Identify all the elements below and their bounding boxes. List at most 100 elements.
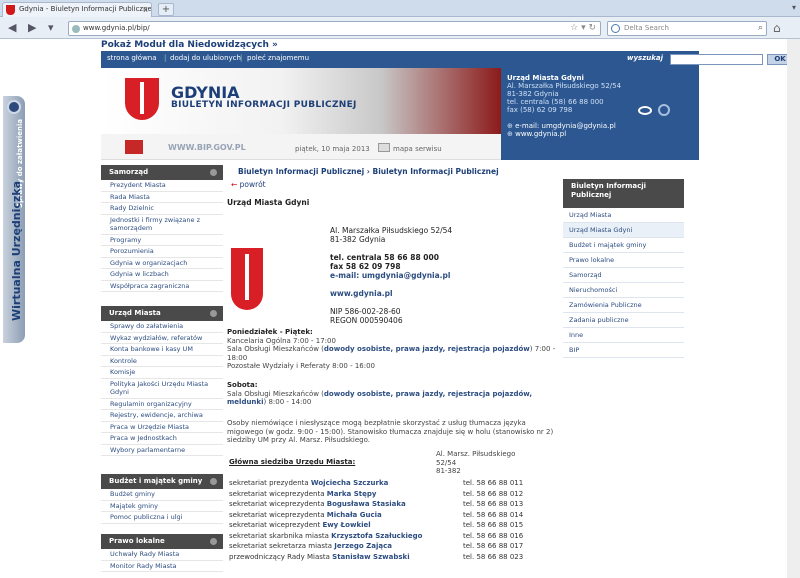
speaker-icon[interactable] [658, 104, 670, 116]
favorites-link[interactable]: dodaj do ulubionych [170, 54, 241, 62]
menu-section-header[interactable]: Prawo lokalne [101, 534, 223, 549]
contact-name[interactable]: Michała Gucia [327, 511, 382, 519]
menu-item[interactable]: Praca w Urzędzie Miasta [101, 421, 223, 433]
web-link[interactable]: www.gdynia.pl [330, 289, 393, 298]
menu-item[interactable]: Polityka Jakości Urzędu Miasta Gdyni [101, 378, 223, 399]
menu-item[interactable]: Prezydent Miasta [101, 180, 223, 192]
bip-logo-icon[interactable] [125, 140, 143, 154]
contact-name[interactable]: Stanisław Szwabski [332, 553, 409, 561]
seat-line: Al. Marsz. Piłsudskiego [436, 450, 516, 458]
contact-name[interactable]: Ewy Łowkiel [322, 521, 370, 529]
menu-section-header[interactable]: Samorząd [101, 165, 223, 180]
contact-web[interactable]: www.gdynia.pl [515, 130, 566, 138]
menu-item[interactable]: Regulamin organizacyjny [101, 398, 223, 410]
contact-role: sekretariat wiceprezydenta Bogusława Sta… [229, 500, 406, 508]
site-search-input[interactable] [670, 54, 763, 65]
menu-item[interactable]: Gdynia w liczbach [101, 269, 223, 281]
contact-line: tel. centrala (58) 66 88 000 [507, 98, 604, 106]
search-bar[interactable]: Delta Search ⌕ [607, 21, 767, 36]
contact-tel: tel. 58 66 88 012 [463, 489, 524, 498]
collapse-icon[interactable] [210, 310, 217, 317]
menu-item[interactable]: Komisje [101, 367, 223, 379]
contact-role: sekretariat wiceprezydent Ewy Łowkiel [229, 521, 371, 529]
menu-item[interactable]: Rejestry, ewidencje, archiwa [101, 410, 223, 422]
search-engine-icon[interactable] [611, 24, 620, 33]
seat-line: 52/54 [436, 458, 457, 467]
history-icon[interactable]: ▾ [48, 21, 54, 34]
forward-icon[interactable]: ▶ [28, 21, 36, 34]
collapse-icon[interactable] [210, 169, 217, 176]
collapse-icon[interactable] [210, 478, 217, 485]
menu-item[interactable]: Sprawy do załatwienia [101, 321, 223, 333]
menu-item[interactable]: Monitor Rady Miasta [101, 560, 223, 572]
menu-item[interactable]: Kontrole [101, 355, 223, 367]
menu-section-header[interactable]: Urząd Miasta [101, 306, 223, 321]
favicon-icon [6, 5, 15, 15]
hours-line: Sala Obsługi Mieszkańców ( [227, 345, 324, 353]
contact-email[interactable]: e-mail: umgdynia@gdynia.pl [515, 122, 616, 130]
home-link[interactable]: strona główna [107, 54, 157, 62]
bip-url[interactable]: WWW.BIP.GOV.PL [168, 143, 246, 152]
eye-icon[interactable] [638, 106, 652, 115]
gdynia-crest-image [231, 248, 263, 310]
bookmark-star-icon[interactable]: ☆ ▾ ↻ [570, 22, 596, 35]
contact-name[interactable]: Wojciecha Szczurka [311, 479, 388, 487]
table-row: sekretariat wiceprezydenta Marka Stępy te… [227, 490, 557, 501]
menu-item[interactable]: Rada Miasta [101, 191, 223, 203]
menu-item[interactable]: Budżet gminy [101, 489, 223, 501]
right-menu-item[interactable]: Inne [563, 328, 684, 343]
search-icon[interactable]: ⌕ [758, 22, 763, 35]
menu-item[interactable]: Gdynia w organizacjach [101, 257, 223, 269]
right-menu-item[interactable]: Zamówienia Publiczne [563, 298, 684, 313]
contact-name[interactable]: Marka Stępy [327, 490, 377, 498]
services-link[interactable]: dowody osobiste, prawa jazdy, rejestracj… [324, 345, 530, 353]
new-tab-button[interactable]: + [158, 3, 174, 16]
menu-item[interactable]: Majątek gminy [101, 500, 223, 512]
menu-item[interactable]: Jednostki i firmy związane z samorządem [101, 214, 223, 235]
right-menu-item[interactable]: Nieruchomości [563, 283, 684, 298]
tab-list-icon[interactable]: ▾ [792, 3, 796, 12]
contact-name[interactable]: Jerzego Zająca [334, 542, 392, 550]
sitemap-link[interactable]: mapa serwisu [393, 145, 442, 153]
menu-section-header[interactable]: Budżet i majątek gminy [101, 474, 223, 489]
contact-role: sekretariat sekretarza miasta Jerzego Za… [229, 542, 392, 550]
right-menu-item[interactable]: Budżet i majątek gminy [563, 238, 684, 253]
right-menu-item[interactable]: Prawo lokalne [563, 253, 684, 268]
virtual-clerk-tab[interactable]: Sprawy do załatwienia Wirtualna Urzędnic… [3, 96, 25, 343]
menu-item[interactable]: Konta bankowe i kasy UM [101, 344, 223, 356]
menu-item[interactable]: Uchwały Rady Miasta [101, 549, 223, 561]
contact-role: sekretariat wiceprezydenta Marka Stępy [229, 490, 376, 498]
contact-line: 81-382 Gdynia [507, 90, 559, 98]
menu-item[interactable]: Współpraca zagraniczna [101, 280, 223, 292]
tab-active[interactable]: Gdynia - Biuletyn Informacji Publicznej … [2, 2, 152, 17]
menu-item[interactable]: Rady Dzielnic [101, 203, 223, 215]
menu-item[interactable]: Programy [101, 234, 223, 246]
contact-name[interactable]: Bogusława Stasiaka [327, 500, 406, 508]
menu-item[interactable]: Wykaz wydziałów, referatów [101, 332, 223, 344]
right-menu-item[interactable]: Urząd Miasta Gdyni [563, 223, 684, 238]
right-menu-item[interactable]: Urząd Miasta [563, 208, 684, 223]
scrollbar[interactable] [787, 39, 800, 578]
email-link[interactable]: e-mail: umgdynia@gdynia.pl [330, 271, 450, 280]
url-text: www.gdynia.pl/bip/ [83, 24, 150, 32]
menu-item[interactable]: Praca w Jednostkach [101, 433, 223, 445]
close-tab-icon[interactable]: x [143, 3, 148, 16]
map-icon [378, 143, 390, 152]
breadcrumb[interactable]: Biuletyn Informacji Publicznej › Biulety… [238, 167, 499, 176]
menu-item[interactable]: Porozumienia [101, 246, 223, 258]
url-bar[interactable]: www.gdynia.pl/bip/ ☆ ▾ ↻ [68, 21, 601, 36]
recommend-link[interactable]: poleć znajomemu [247, 54, 309, 62]
right-menu-item[interactable]: BIP [563, 343, 684, 358]
right-menu-item[interactable]: Samorząd [563, 268, 684, 283]
accessibility-link[interactable]: Pokaż Moduł dla Niedowidzących » [101, 40, 278, 50]
back-icon[interactable]: ◀ [8, 21, 16, 34]
menu-item[interactable]: Wybory parlamentarne [101, 444, 223, 456]
section-title: Urząd Miasta [109, 309, 161, 317]
right-menu-item[interactable]: Zadania publiczne [563, 313, 684, 328]
menu-item[interactable]: Pomoc publiczna i ulgi [101, 512, 223, 524]
contacts-table: sekretariat prezydenta Wojciecha Szczurk… [227, 479, 557, 563]
home-icon[interactable]: ⌂ [773, 21, 781, 35]
contact-name[interactable]: Krzysztofa Szałuckiego [331, 532, 422, 540]
collapse-icon[interactable] [210, 538, 217, 545]
back-link[interactable]: ← powrót [231, 180, 266, 189]
